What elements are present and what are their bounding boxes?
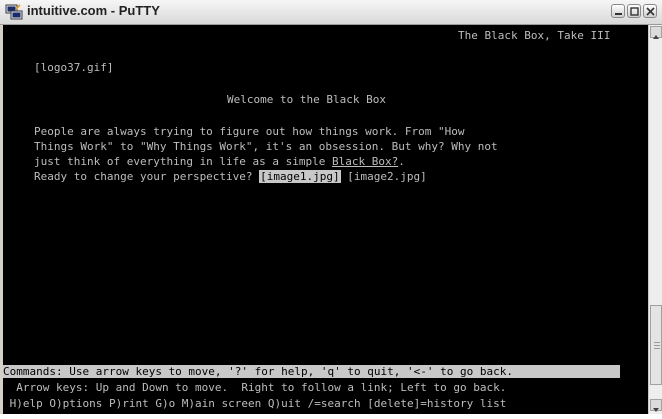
- minimize-icon[interactable]: [611, 4, 625, 18]
- paragraph-line-2: Things Work" to "Why Things Work", it's …: [34, 140, 498, 153]
- scrollbar-thumb[interactable]: [650, 305, 662, 385]
- logo-link[interactable]: [logo37.gif]: [34, 61, 113, 74]
- paragraph-line-3-text: just think of everything in life as a si…: [34, 155, 333, 168]
- status-line: Commands: Use arrow keys to move, '?' fo…: [3, 365, 620, 378]
- vertical-scrollbar[interactable]: [648, 25, 662, 414]
- maximize-icon[interactable]: [627, 4, 641, 18]
- welcome-heading: Welcome to the Black Box: [227, 93, 386, 106]
- terminal-screen[interactable]: The Black Box, Take III [logo37.gif] Wel…: [3, 25, 648, 414]
- paragraph-line-4: Ready to change your perspective? [image…: [34, 170, 427, 183]
- title-bar[interactable]: intuitive.com - PuTTY: [0, 0, 662, 25]
- image2-link[interactable]: [image2.jpg]: [347, 170, 426, 183]
- paragraph-line-3: just think of everything in life as a si…: [34, 155, 405, 168]
- paragraph-line-4-text: Ready to change your perspective?: [34, 170, 260, 183]
- window-title: intuitive.com - PuTTY: [27, 3, 160, 18]
- close-icon[interactable]: [643, 4, 657, 18]
- scroll-up-icon[interactable]: [650, 26, 662, 39]
- putty-icon: [5, 3, 23, 21]
- image1-link[interactable]: [image1.jpg]: [259, 170, 341, 183]
- paragraph-line-3-end: .: [398, 155, 405, 168]
- scroll-down-icon[interactable]: [650, 399, 662, 412]
- paragraph-line-1: People are always trying to figure out h…: [34, 125, 465, 138]
- black-box-link[interactable]: Black Box?: [332, 155, 398, 168]
- help-line-2: H)elp O)ptions P)rint G)o M)ain screen Q…: [3, 397, 507, 410]
- page-header-title: The Black Box, Take III: [458, 29, 611, 42]
- putty-window: intuitive.com - PuTTY The Black Box, Tak…: [0, 0, 662, 414]
- help-line-1: Arrow keys: Up and Down to move. Right t…: [3, 381, 507, 394]
